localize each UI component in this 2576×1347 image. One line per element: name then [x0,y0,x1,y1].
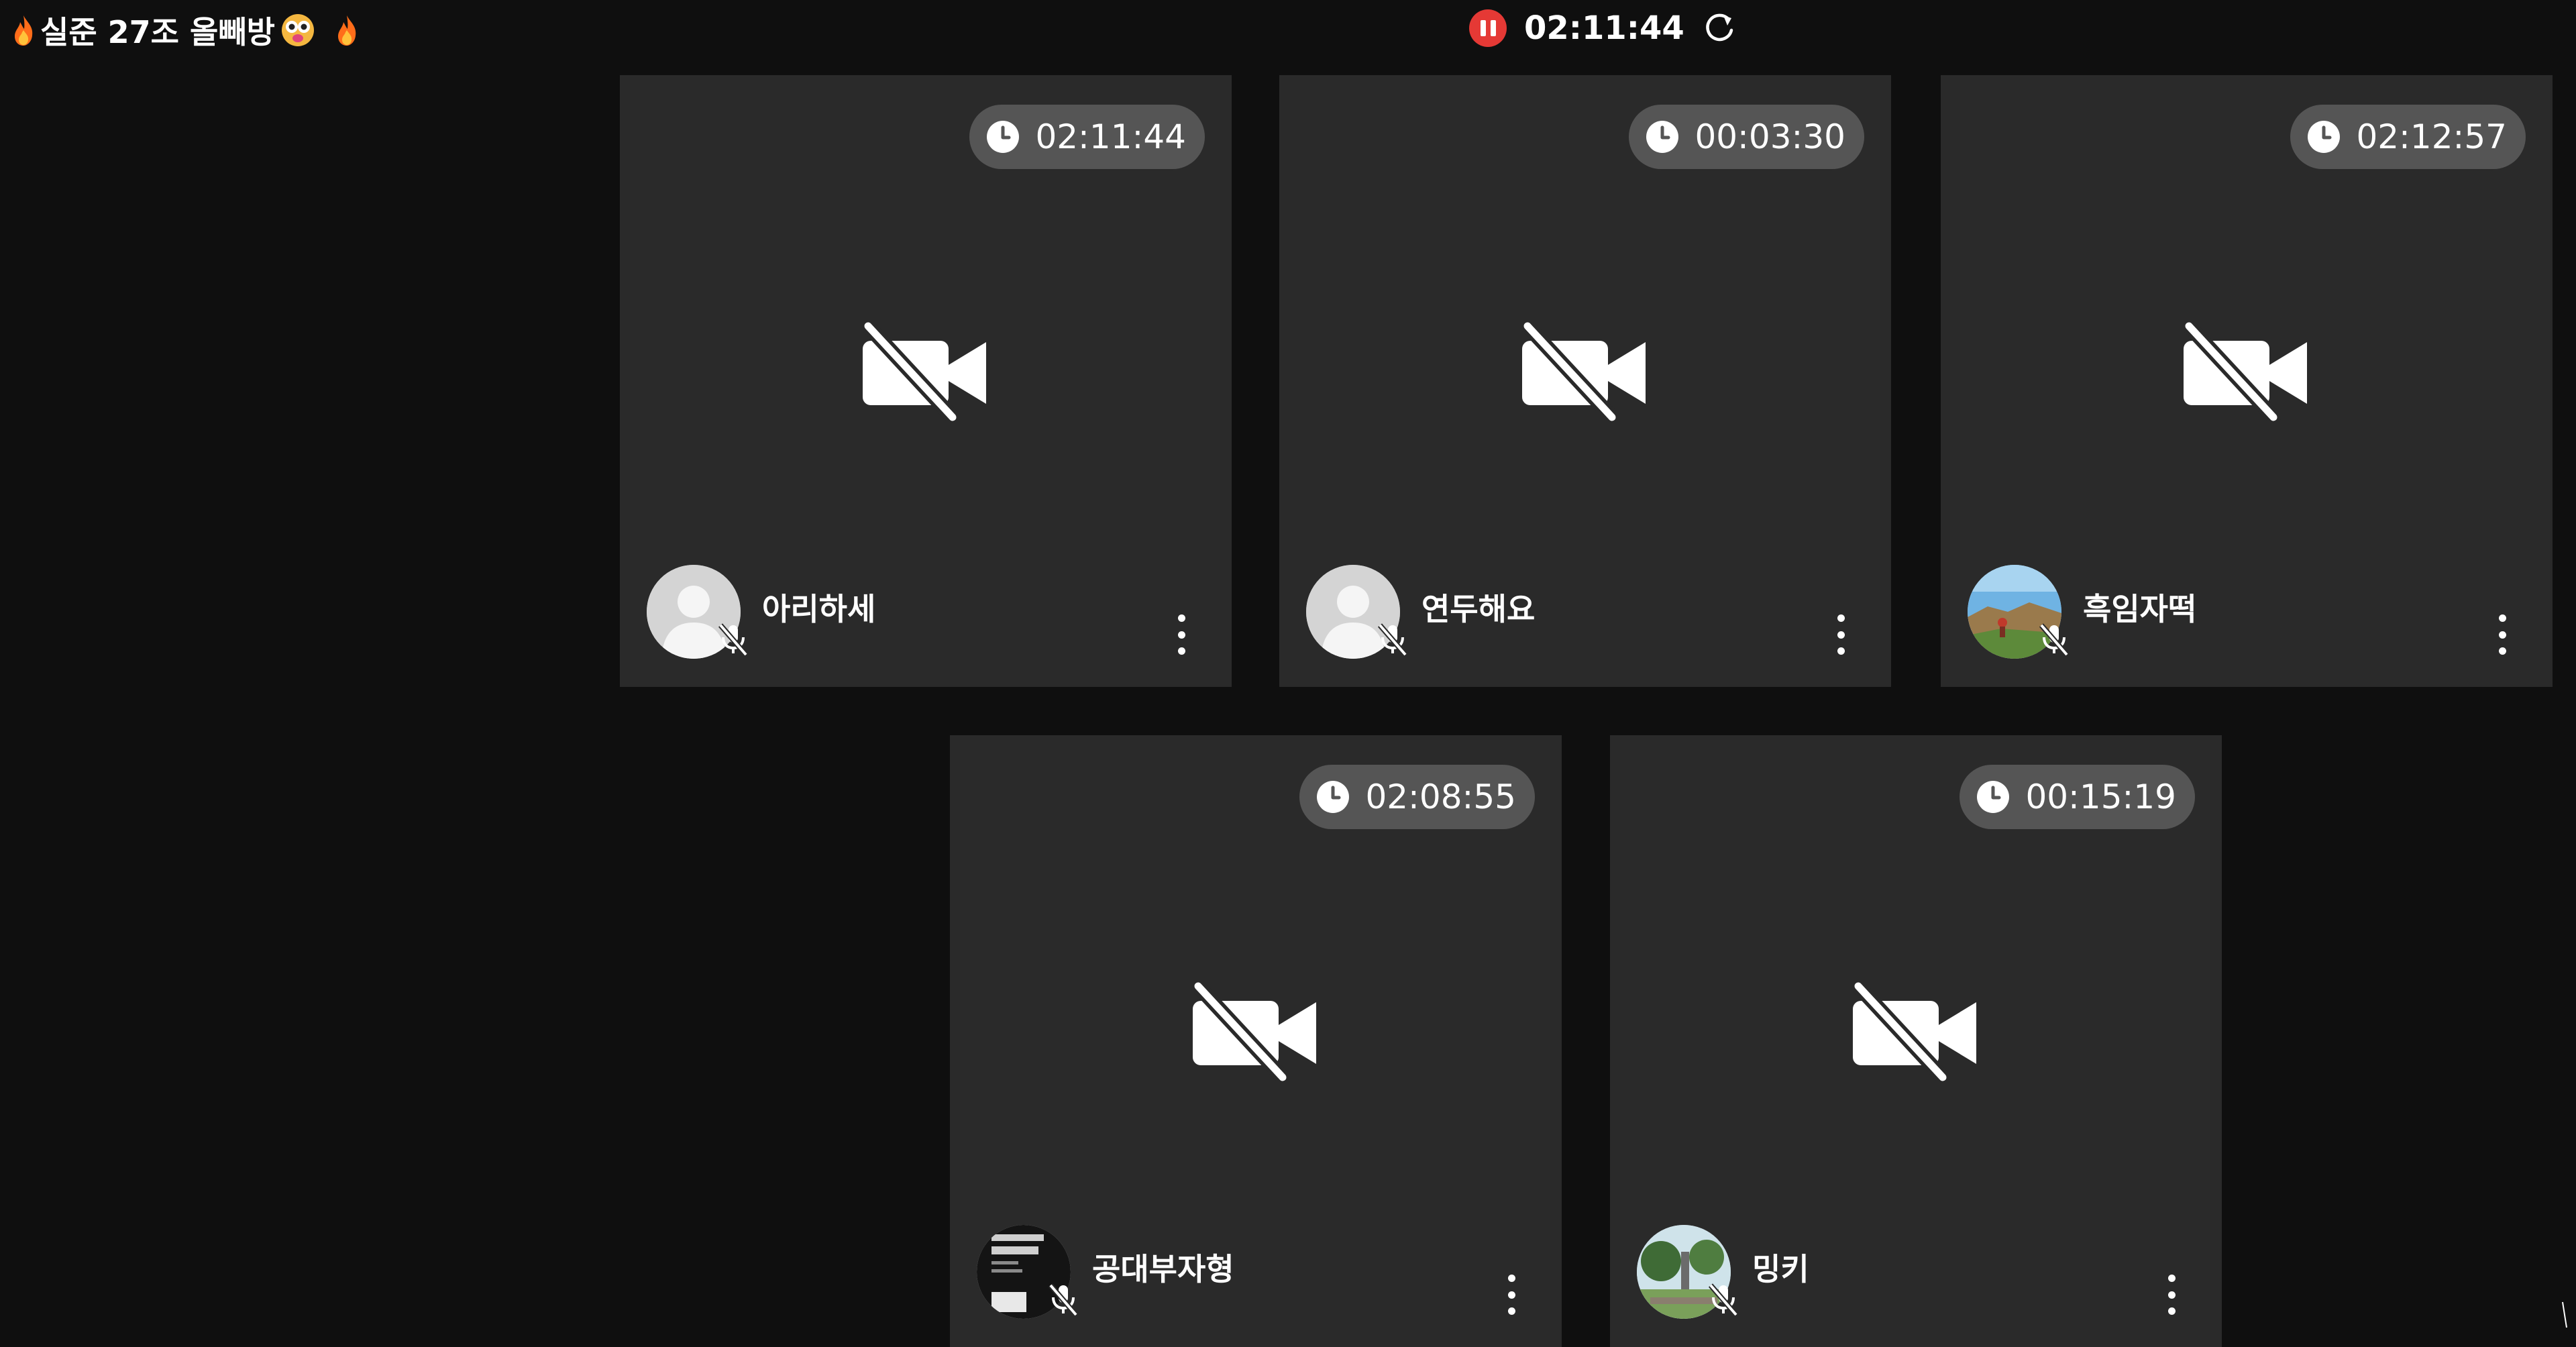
camera-off-icon [1849,977,1983,1084]
camera-off-icon [2180,317,2314,424]
participant-tile[interactable]: 00:15:19 밍키 [1610,735,2222,1347]
participant-name: 아리하세 [762,585,875,629]
mic-off-icon [1045,1281,1081,1317]
participant-tile[interactable]: 00:03:30 연두해요 [1279,75,1891,687]
room-title-text: 실준 27조 올빼방 [40,8,275,52]
clock-icon [1314,778,1352,816]
participant-tile[interactable]: 02:12:57 흑임자떡 [1941,75,2553,687]
session-timer: 02:11:44 [1524,9,1684,47]
session-bar: 02:11:44 [1469,9,1738,47]
pause-icon [1481,20,1496,36]
clock-icon [1644,118,1681,156]
participant-tile[interactable]: 02:08:55 공대부자형 [950,735,1562,1347]
participant-name: 공대부자형 [1092,1245,1234,1289]
refresh-icon[interactable] [1702,10,1738,46]
participant-name: 흑임자떡 [2083,585,2196,629]
study-timer-badge: 02:08:55 [1299,765,1535,829]
more-options-button[interactable] [2492,614,2512,655]
participant-name: 연두해요 [1421,585,1535,629]
camera-off-icon [1518,317,1652,424]
study-timer-text: 00:15:19 [2025,777,2176,816]
study-timer-badge: 02:11:44 [969,105,1205,169]
study-timer-badge: 02:12:57 [2290,105,2526,169]
more-options-button[interactable] [1501,1275,1521,1315]
participant-tile[interactable]: 02:11:44 아리하세 [620,75,1232,687]
owl-face-icon [280,13,315,48]
study-timer-text: 00:03:30 [1695,117,1845,156]
clock-icon [984,118,1022,156]
more-options-button[interactable] [1831,614,1851,655]
mic-off-icon [2036,621,2072,657]
study-timer-text: 02:12:57 [2356,117,2507,156]
room-title: 실준 27조 올빼방 [12,8,358,52]
resize-handle[interactable] [2561,1299,2568,1329]
clock-icon [2305,118,2343,156]
fire-icon [12,14,35,46]
mic-off-icon [715,621,751,657]
study-timer-text: 02:08:55 [1365,777,1516,816]
study-timer-badge: 00:15:19 [1960,765,2195,829]
study-timer-badge: 00:03:30 [1629,105,1864,169]
pause-button[interactable] [1469,9,1507,47]
study-timer-text: 02:11:44 [1035,117,1186,156]
more-options-button[interactable] [2161,1275,2182,1315]
fire-icon [335,14,358,46]
more-options-button[interactable] [1171,614,1191,655]
camera-off-icon [1189,977,1323,1084]
clock-icon [1974,778,2012,816]
participant-name: 밍키 [1752,1245,1809,1289]
camera-off-icon [859,317,993,424]
mic-off-icon [1375,621,1411,657]
mic-off-icon [1705,1281,1741,1317]
